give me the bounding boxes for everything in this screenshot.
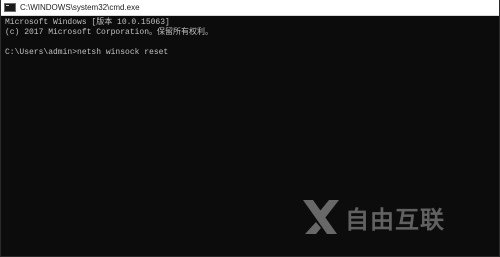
window-title: C:\WINDOWS\system32\cmd.exe [20, 3, 140, 12]
watermark: 自由互联 [299, 196, 474, 238]
console-line-version: Microsoft Windows [版本 10.0.15063] [5, 18, 170, 27]
console-line-command: C:\Users\admin>netsh winsock reset [5, 48, 169, 57]
cmd-window: C:\WINDOWS\system32\cmd.exe Microsoft Wi… [0, 0, 500, 257]
console-line-copyright: (c) 2017 Microsoft Corporation。保留所有权利。 [5, 28, 214, 37]
cmd-console-icon [4, 3, 16, 12]
title-bar[interactable]: C:\WINDOWS\system32\cmd.exe [1, 0, 499, 16]
x-logo-icon [303, 200, 339, 234]
watermark-text: 自由互联 [345, 205, 445, 234]
